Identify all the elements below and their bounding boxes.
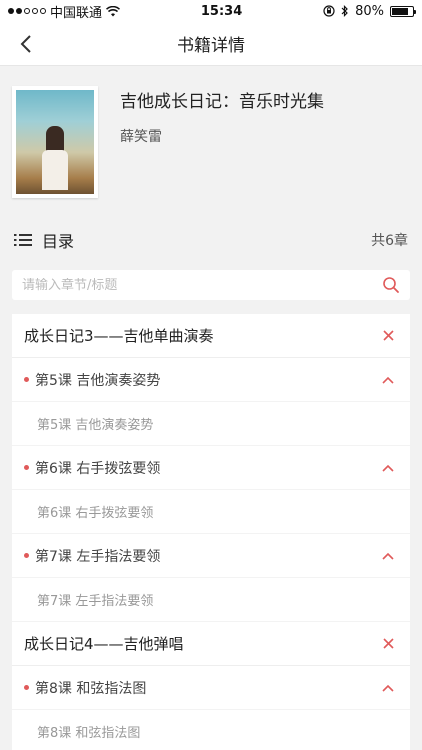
unread-dot xyxy=(24,465,29,470)
lesson-title: 第7课 左手指法要领 xyxy=(35,548,161,565)
search-box xyxy=(12,270,410,300)
rotation-lock-icon xyxy=(323,5,335,17)
carrier-label: 中国联通 xyxy=(50,5,103,21)
lesson-item[interactable]: 第7课 左手指法要领 xyxy=(12,578,410,622)
lesson-header[interactable]: 第5课 吉他演奏姿势 xyxy=(12,358,410,402)
status-left: 中国联通 xyxy=(8,2,121,21)
battery-icon xyxy=(390,5,416,17)
wifi-icon xyxy=(106,5,121,16)
signal-icon xyxy=(8,8,46,14)
chevron-up-icon[interactable] xyxy=(380,680,396,696)
book-info: 吉他成长日记：音乐时光集 薛笑雷 xyxy=(0,66,422,206)
status-time: 15:34 xyxy=(200,3,243,19)
search-input[interactable] xyxy=(22,277,382,293)
lesson-header[interactable]: 第6课 右手拨弦要领 xyxy=(12,446,410,490)
chevron-left-icon xyxy=(20,35,31,53)
book-author: 薛笑雷 xyxy=(120,129,162,145)
lesson-header[interactable]: 第8课 和弦指法图 xyxy=(12,666,410,710)
chapter-header[interactable]: 成长日记4——吉他弹唱 xyxy=(12,622,410,666)
back-button[interactable] xyxy=(14,32,38,56)
book-cover[interactable] xyxy=(12,86,98,198)
toc-header: 目录 共6章 xyxy=(0,218,422,262)
search-icon[interactable] xyxy=(382,276,400,294)
toc-label: 目录 xyxy=(42,232,75,251)
close-icon[interactable] xyxy=(380,328,396,344)
book-title: 吉他成长日记：音乐时光集 xyxy=(120,92,324,112)
list-icon xyxy=(14,234,32,246)
chevron-up-icon[interactable] xyxy=(380,372,396,388)
nav-bar: 书籍详情 xyxy=(0,22,422,66)
book-meta: 吉他成长日记：音乐时光集 薛笑雷 xyxy=(120,86,324,146)
unread-dot xyxy=(24,377,29,382)
close-icon[interactable] xyxy=(380,636,396,652)
lesson-item[interactable]: 第5课 吉他演奏姿势 xyxy=(12,402,410,446)
lesson-title: 第6课 右手拨弦要领 xyxy=(35,460,161,477)
lesson-item[interactable]: 第8课 和弦指法图 xyxy=(12,710,410,750)
bluetooth-icon xyxy=(341,5,348,17)
status-bar: 中国联通 15:34 80% xyxy=(0,0,422,22)
lesson-header[interactable]: 第7课 左手指法要领 xyxy=(12,534,410,578)
chapter-title: 成长日记3——吉他单曲演奏 xyxy=(24,327,214,345)
toc-left: 目录 xyxy=(14,228,74,252)
lesson-title: 第5课 吉他演奏姿势 xyxy=(35,372,161,389)
unread-dot xyxy=(24,685,29,690)
unread-dot xyxy=(24,553,29,558)
cover-image xyxy=(16,90,94,194)
chevron-up-icon[interactable] xyxy=(380,548,396,564)
status-right: 80% xyxy=(323,3,416,19)
page-title: 书籍详情 xyxy=(177,36,245,56)
chevron-up-icon[interactable] xyxy=(380,460,396,476)
chapter-count: 共6章 xyxy=(371,233,408,249)
chapter-header[interactable]: 成长日记3——吉他单曲演奏 xyxy=(12,314,410,358)
chapter-title: 成长日记4——吉他弹唱 xyxy=(24,635,184,653)
lesson-title: 第8课 和弦指法图 xyxy=(35,680,147,697)
chapter-list: 成长日记3——吉他单曲演奏 第5课 吉他演奏姿势 第5课 吉他演奏姿势 第6课 … xyxy=(12,314,410,750)
lesson-item[interactable]: 第6课 右手拨弦要领 xyxy=(12,490,410,534)
battery-percent: 80% xyxy=(355,3,384,19)
